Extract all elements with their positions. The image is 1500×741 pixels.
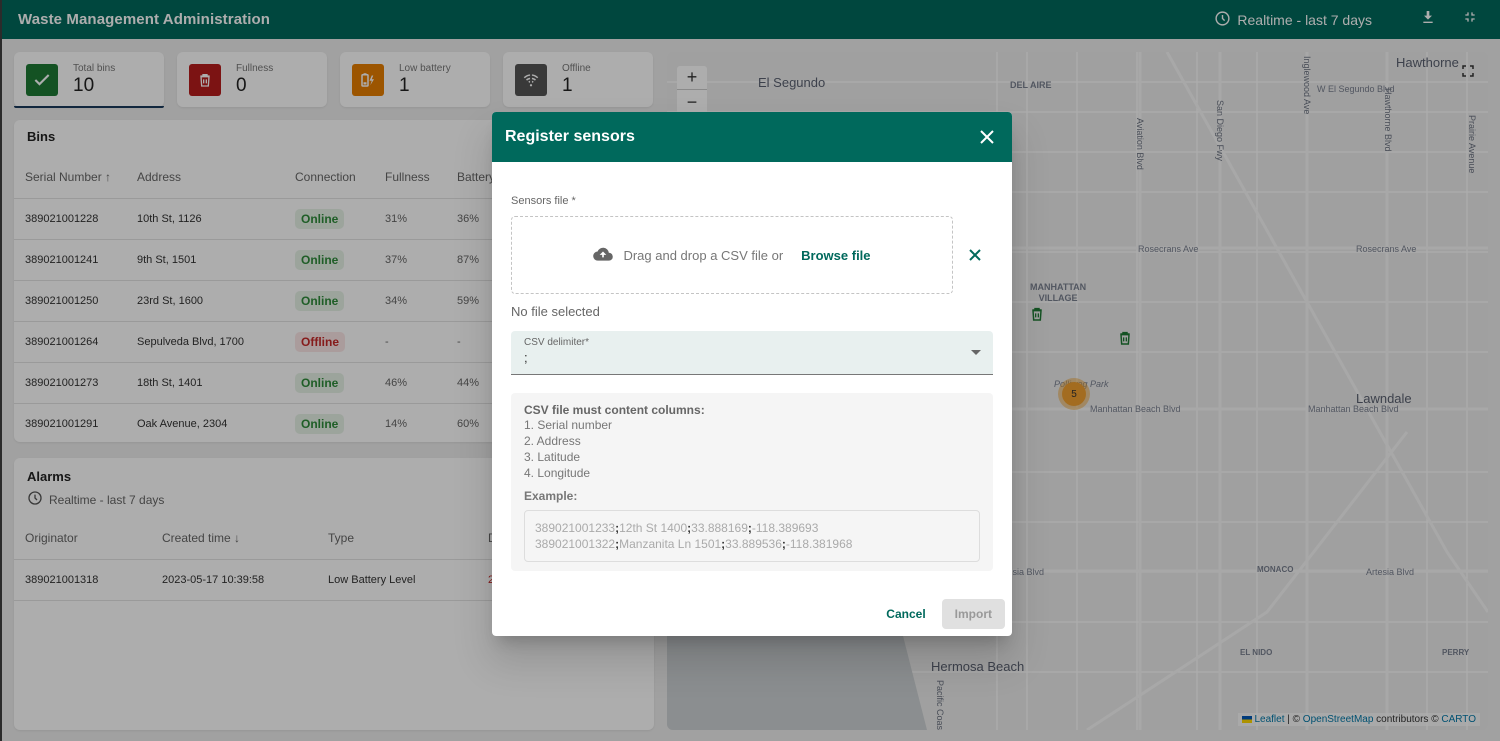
file-dropzone[interactable]: Drag and drop a CSV file or Browse file bbox=[511, 216, 953, 294]
column-item: 4. Longitude bbox=[524, 466, 591, 480]
cloud-upload-icon bbox=[593, 247, 614, 264]
example-cell: Manzanita Ln 1501 bbox=[619, 537, 722, 551]
cancel-button[interactable]: Cancel bbox=[878, 599, 933, 629]
column-item: 1. Serial number bbox=[524, 418, 613, 432]
clear-file-button[interactable] bbox=[965, 245, 985, 265]
import-button[interactable]: Import bbox=[941, 599, 1005, 629]
example-cell: -118.389693 bbox=[751, 521, 819, 535]
column-item: 3. Latitude bbox=[524, 450, 581, 464]
example-cell: 33.889536 bbox=[725, 537, 782, 551]
file-status: No file selected bbox=[511, 304, 600, 319]
register-sensors-dialog: Register sensors Sensors file * Drag and… bbox=[492, 112, 1012, 636]
example-box: 389021001233;12th St 1400;33.888169;-118… bbox=[524, 510, 980, 562]
example-line: 389021001322;Manzanita Ln 1501;33.889536… bbox=[535, 536, 969, 552]
example-cell: -118.381968 bbox=[785, 537, 853, 551]
example-cell: 12th St 1400 bbox=[619, 521, 688, 535]
info-heading: CSV file must content columns: bbox=[524, 403, 705, 417]
column-item: 2. Address bbox=[524, 434, 581, 448]
csv-info-box: CSV file must content columns: 1. Serial… bbox=[511, 393, 993, 571]
example-line: 389021001233;12th St 1400;33.888169;-118… bbox=[535, 520, 969, 536]
close-icon bbox=[980, 130, 994, 144]
csv-delimiter-label: CSV delimiter* bbox=[524, 337, 590, 348]
dialog-title: Register sensors bbox=[505, 128, 635, 145]
example-label: Example: bbox=[524, 489, 578, 503]
close-icon bbox=[969, 249, 981, 261]
csv-delimiter-value: ; bbox=[524, 350, 528, 365]
sensors-file-label: Sensors file * bbox=[511, 195, 576, 207]
example-cell: 389021001233 bbox=[535, 521, 616, 535]
browse-file-button[interactable]: Browse file bbox=[801, 248, 870, 263]
csv-delimiter-select[interactable]: CSV delimiter* ; bbox=[511, 331, 993, 375]
example-cell: 389021001322 bbox=[535, 537, 616, 551]
window-edge bbox=[0, 0, 2, 741]
close-dialog-button[interactable] bbox=[975, 125, 999, 149]
example-cell: 33.888169 bbox=[691, 521, 748, 535]
dialog-header: Register sensors bbox=[492, 112, 1012, 162]
drop-text: Drag and drop a CSV file or bbox=[623, 247, 784, 263]
dropdown-arrow-icon bbox=[971, 350, 981, 355]
